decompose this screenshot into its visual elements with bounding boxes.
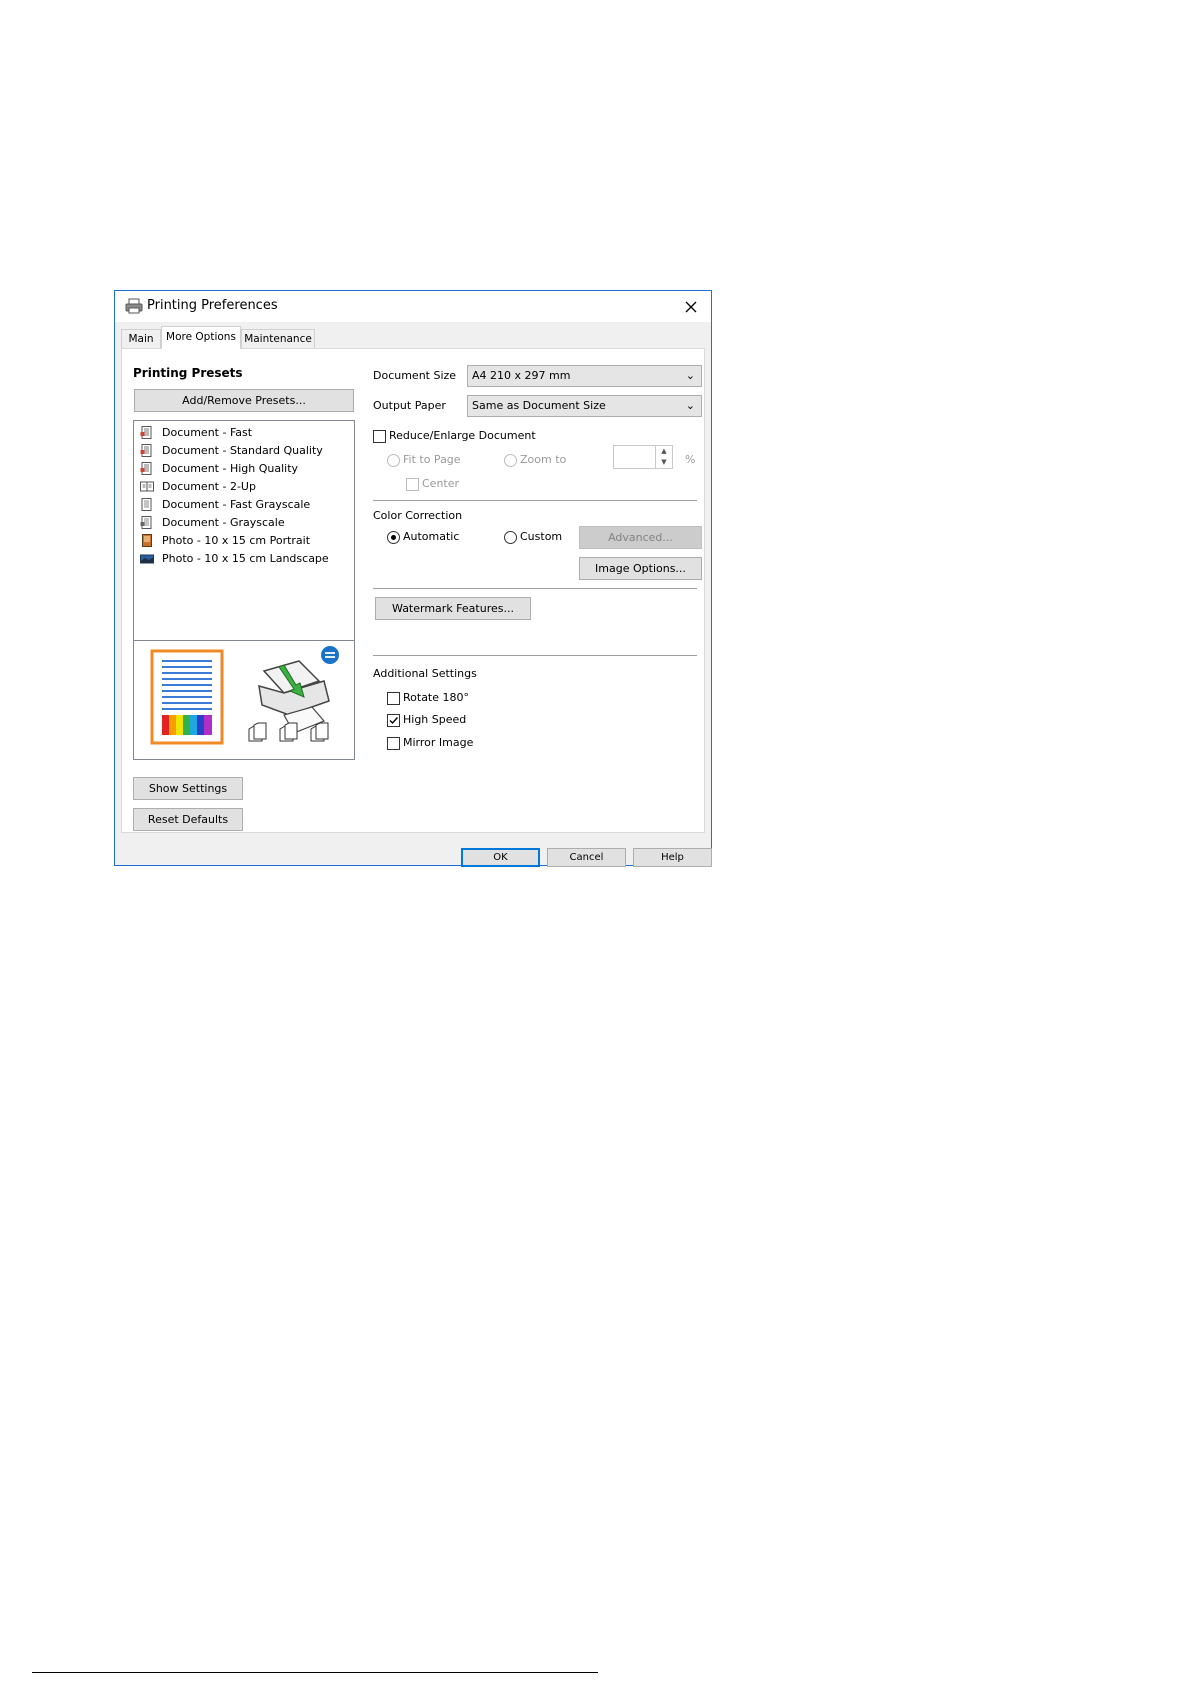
- center-label: Center: [422, 477, 460, 490]
- reset-defaults-button[interactable]: Reset Defaults: [133, 808, 243, 831]
- tab-more-options[interactable]: More Options: [161, 326, 241, 349]
- divider: [373, 588, 697, 589]
- custom-label: Custom: [520, 530, 563, 543]
- document-size-value: A4 210 x 297 mm: [472, 369, 571, 382]
- info-badge-icon: [321, 646, 339, 664]
- preview-illustration: [150, 646, 339, 745]
- output-paper-label: Output Paper: [373, 399, 446, 412]
- center-checkbox[interactable]: [406, 478, 419, 491]
- document-icon: [140, 443, 152, 457]
- presets-list[interactable]: Document - Fast Document - Standard Qual…: [133, 420, 355, 641]
- preset-label: Document - Fast Grayscale: [162, 497, 311, 511]
- title-bar: Printing Preferences: [115, 291, 711, 322]
- chevron-down-icon[interactable]: ▼: [655, 457, 672, 468]
- printing-presets-title: Printing Presets: [133, 366, 243, 380]
- cancel-button[interactable]: Cancel: [547, 848, 626, 867]
- high-speed-checkbox[interactable]: [387, 714, 400, 727]
- ok-button[interactable]: OK: [461, 848, 540, 867]
- mirror-image-checkbox[interactable]: [387, 737, 400, 750]
- list-item[interactable]: Photo - 10 x 15 cm Portrait: [140, 532, 310, 548]
- percent-label: %: [685, 453, 696, 466]
- automatic-radio[interactable]: [387, 531, 400, 544]
- tab-main[interactable]: Main: [121, 329, 161, 348]
- list-item[interactable]: Photo - 10 x 15 cm Landscape: [140, 550, 329, 566]
- document-size-select[interactable]: A4 210 x 297 mm ⌄: [467, 365, 702, 387]
- document-icon: [140, 461, 152, 475]
- automatic-label: Automatic: [403, 530, 460, 543]
- print-preview: [133, 640, 355, 760]
- output-paper-value: Same as Document Size: [472, 399, 606, 412]
- printer-icon: [125, 298, 143, 314]
- additional-settings-title: Additional Settings: [373, 667, 477, 680]
- divider: [373, 655, 697, 656]
- zoom-to-radio[interactable]: [504, 454, 517, 467]
- close-icon: [685, 301, 697, 312]
- help-button[interactable]: Help: [633, 848, 712, 867]
- list-item[interactable]: Document - 2-Up: [140, 478, 256, 494]
- preset-label: Document - Grayscale: [162, 515, 285, 529]
- list-item[interactable]: Document - Grayscale: [140, 514, 285, 530]
- preset-label: Document - Fast: [162, 425, 253, 439]
- list-item[interactable]: Document - Fast: [140, 424, 252, 440]
- photo-portrait-icon: [142, 533, 152, 547]
- preset-label: Document - 2-Up: [162, 479, 256, 493]
- copies-icon: [248, 722, 329, 742]
- output-paper-select[interactable]: Same as Document Size ⌄: [467, 395, 702, 417]
- zoom-to-label: Zoom to: [520, 453, 567, 466]
- grayscale-document-icon: [141, 497, 152, 511]
- chevron-up-icon[interactable]: ▲: [655, 446, 672, 457]
- reduce-enlarge-checkbox[interactable]: [373, 430, 386, 443]
- page-footer-rule: [32, 1672, 598, 1673]
- color-correction-title: Color Correction: [373, 509, 463, 522]
- list-item[interactable]: Document - Fast Grayscale: [140, 496, 310, 512]
- checkmark-icon: [389, 717, 399, 725]
- grayscale-document-icon: [140, 515, 152, 529]
- printer-icon: [258, 660, 330, 734]
- advanced-button[interactable]: Advanced...: [579, 526, 702, 549]
- mirror-image-label: Mirror Image: [403, 736, 474, 749]
- reduce-enlarge-label: Reduce/Enlarge Document: [389, 429, 536, 442]
- photo-landscape-icon: [140, 554, 154, 563]
- two-up-icon: [140, 481, 154, 491]
- tab-maintenance[interactable]: Maintenance: [241, 329, 315, 348]
- custom-radio[interactable]: [504, 531, 517, 544]
- document-size-label: Document Size: [373, 369, 457, 382]
- fit-to-page-label: Fit to Page: [403, 453, 461, 466]
- close-button[interactable]: [671, 291, 711, 322]
- preset-label: Photo - 10 x 15 cm Portrait: [162, 533, 311, 547]
- fit-to-page-radio[interactable]: [387, 454, 400, 467]
- watermark-features-button[interactable]: Watermark Features...: [375, 597, 531, 620]
- chevron-down-icon: ⌄: [685, 399, 695, 412]
- list-item[interactable]: Document - Standard Quality: [140, 442, 323, 458]
- image-options-button[interactable]: Image Options...: [579, 557, 702, 580]
- preset-label: Photo - 10 x 15 cm Landscape: [162, 551, 329, 565]
- preset-label: Document - Standard Quality: [162, 443, 323, 457]
- document-icon: [140, 425, 152, 439]
- add-remove-presets-button[interactable]: Add/Remove Presets...: [134, 389, 354, 412]
- high-speed-label: High Speed: [403, 713, 467, 726]
- show-settings-button[interactable]: Show Settings: [133, 777, 243, 800]
- chevron-down-icon: ⌄: [685, 369, 695, 382]
- rotate-180-label: Rotate 180°: [403, 691, 470, 704]
- list-item[interactable]: Document - High Quality: [140, 460, 298, 476]
- zoom-stepper[interactable]: ▲ ▼: [613, 445, 673, 469]
- preset-label: Document - High Quality: [162, 461, 299, 475]
- divider: [373, 500, 697, 501]
- window-title: Printing Preferences: [147, 298, 278, 313]
- rotate-180-checkbox[interactable]: [387, 692, 400, 705]
